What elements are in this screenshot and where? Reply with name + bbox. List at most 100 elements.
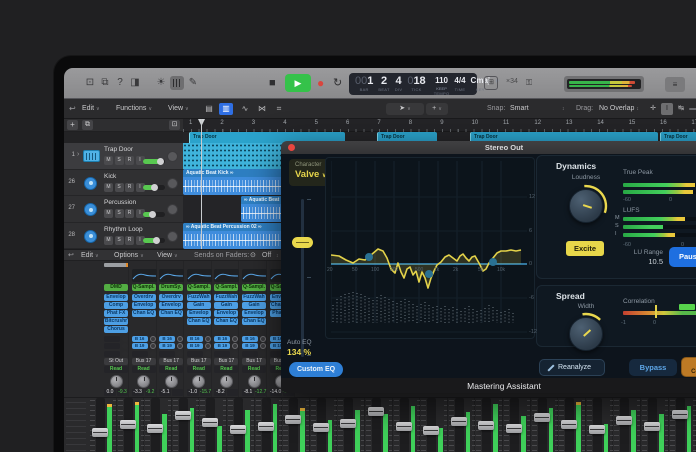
- list-editor-icon[interactable]: ≡: [665, 77, 685, 92]
- mixer-menu-edit[interactable]: Edit ∨: [81, 250, 99, 262]
- plugin-titlebar[interactable]: Stereo Out: [281, 141, 696, 154]
- send-slot[interactable]: B 19: [186, 343, 203, 350]
- send-slot[interactable]: B 19: [214, 343, 231, 350]
- input-button[interactable]: Q-Sampl.: [186, 284, 211, 291]
- send-slot[interactable]: B 19: [159, 343, 176, 350]
- editors-view-icon[interactable]: ▥: [219, 103, 233, 115]
- back-arrow-icon[interactable]: ↩: [69, 99, 76, 119]
- bypass-button[interactable]: Bypass: [629, 359, 677, 376]
- automation-icon[interactable]: ∿: [238, 103, 252, 115]
- send-slot-empty[interactable]: [104, 350, 120, 357]
- pencil-icon[interactable]: ✎: [186, 76, 200, 90]
- send-slot[interactable]: B 16: [159, 336, 176, 342]
- disclosure-icon[interactable]: ›: [77, 151, 79, 158]
- pan-knob[interactable]: [192, 375, 206, 388]
- track-pan-knob[interactable]: [167, 230, 178, 242]
- automation-mode-button[interactable]: Read: [242, 366, 266, 373]
- fader-cap[interactable]: [395, 422, 412, 431]
- record-button[interactable]: ●: [317, 74, 324, 92]
- track-volume-slider[interactable]: [143, 184, 165, 191]
- fader-cap[interactable]: [368, 407, 384, 416]
- custom-eq-button[interactable]: Custom EQ: [289, 362, 343, 377]
- sends-on-faders-value[interactable]: Off: [262, 250, 271, 261]
- audio-fx-slot[interactable]: Envelop: [186, 310, 211, 317]
- fader-cap[interactable]: [644, 422, 660, 431]
- pan-knob[interactable]: [137, 375, 151, 388]
- track-r-button[interactable]: R: [125, 235, 134, 245]
- fader-cap[interactable]: [423, 426, 440, 435]
- audio-fx-slot[interactable]: FuzzWah: [242, 294, 266, 301]
- output-button[interactable]: Bus 17: [242, 358, 266, 365]
- menu-functions[interactable]: Functions ∨: [116, 99, 152, 119]
- send-knob[interactable]: [177, 336, 184, 342]
- fader-cap[interactable]: [257, 422, 274, 431]
- audio-fx-slot[interactable]: Gain: [214, 302, 239, 309]
- track-r-button[interactable]: R: [125, 156, 134, 165]
- audio-fx-slot[interactable]: Phat FX: [104, 310, 128, 317]
- eq-thumbnail[interactable]: [131, 269, 157, 282]
- loudness-compensation-button[interactable]: Loudness Compensation: [681, 357, 696, 377]
- automation-mode-button[interactable]: Read: [214, 366, 239, 373]
- loops-icon[interactable]: ⧉: [98, 76, 112, 90]
- input-button[interactable]: Q-Sampl.: [131, 284, 156, 291]
- pointer-tool-menu[interactable]: ➤ ∨: [386, 103, 424, 115]
- send-slot[interactable]: B 19: [131, 343, 148, 350]
- text-tool-icon[interactable]: I: [661, 103, 673, 115]
- flex-icon[interactable]: ⋈: [255, 103, 269, 115]
- automation-mode-button[interactable]: Read: [186, 366, 211, 373]
- automation-mode-button[interactable]: Read: [159, 366, 184, 373]
- track-s-button[interactable]: S: [114, 209, 124, 218]
- send-knob[interactable]: [232, 343, 239, 350]
- audio-fx-slot[interactable]: FuzzWah: [214, 294, 239, 301]
- drag-menu[interactable]: No Overlap ↕: [599, 99, 639, 119]
- mixer-icon[interactable]: [170, 76, 184, 90]
- fader-cap[interactable]: [174, 411, 191, 420]
- send-slot[interactable]: B 16: [186, 336, 203, 342]
- track-s-button[interactable]: S: [114, 156, 124, 165]
- catch-icon[interactable]: ⌗: [272, 103, 286, 115]
- pan-knob[interactable]: [247, 375, 261, 388]
- track-pan-knob[interactable]: [167, 151, 178, 162]
- audio-fx-slot[interactable]: Chan EQ: [242, 318, 266, 325]
- pause-button[interactable]: Pause: [669, 247, 696, 267]
- send-knob[interactable]: [232, 336, 239, 342]
- fader-cap[interactable]: [671, 410, 688, 419]
- track-header[interactable]: 1 › Trap Door M S R I: [64, 143, 183, 170]
- track-m-button[interactable]: M: [104, 182, 113, 192]
- track-r-button[interactable]: R: [125, 182, 134, 192]
- cycle-button[interactable]: ↻: [333, 75, 342, 91]
- send-slot-empty[interactable]: [159, 350, 176, 357]
- play-button[interactable]: ▶: [285, 74, 311, 92]
- audio-fx-slot[interactable]: Gain: [186, 302, 211, 309]
- pan-knob[interactable]: [164, 375, 178, 388]
- menu-view[interactable]: View ∨: [168, 99, 189, 119]
- snap-menu[interactable]: Smart: [510, 99, 529, 119]
- send-slot-empty[interactable]: [104, 336, 120, 342]
- screen-icon[interactable]: ⊡: [83, 76, 97, 90]
- dim-icon[interactable]: ☀: [154, 76, 168, 90]
- fader-cap[interactable]: [588, 425, 605, 434]
- audio-fx-slot[interactable]: Envelop: [214, 310, 239, 317]
- fader-cap[interactable]: [230, 425, 246, 434]
- send-slot[interactable]: B 16: [131, 336, 148, 342]
- lock-icon[interactable]: ⚿: [522, 76, 536, 90]
- fader-cap[interactable]: [147, 424, 164, 433]
- output-button[interactable]: Bus 17: [131, 358, 156, 365]
- track-volume-slider[interactable]: [143, 210, 165, 218]
- track-m-button[interactable]: M: [104, 235, 113, 245]
- track-volume-slider[interactable]: [143, 157, 165, 165]
- send-slot-empty[interactable]: [104, 343, 120, 350]
- inspector-icon[interactable]: ◨: [128, 76, 142, 90]
- track-m-button[interactable]: M: [104, 209, 113, 218]
- send-knob[interactable]: [204, 336, 211, 342]
- menu-edit[interactable]: Edit ∨: [82, 99, 100, 119]
- add-track-button[interactable]: +: [67, 120, 78, 130]
- pan-knob[interactable]: [109, 375, 123, 388]
- audio-fx-slot[interactable]: Chorus: [104, 326, 128, 333]
- fader-cap[interactable]: [533, 413, 550, 422]
- send-slot-empty[interactable]: [131, 350, 148, 357]
- output-button[interactable]: St Out: [104, 358, 128, 365]
- fader-cap[interactable]: [506, 424, 522, 433]
- send-slot-empty[interactable]: [242, 350, 258, 357]
- send-knob[interactable]: [177, 343, 184, 350]
